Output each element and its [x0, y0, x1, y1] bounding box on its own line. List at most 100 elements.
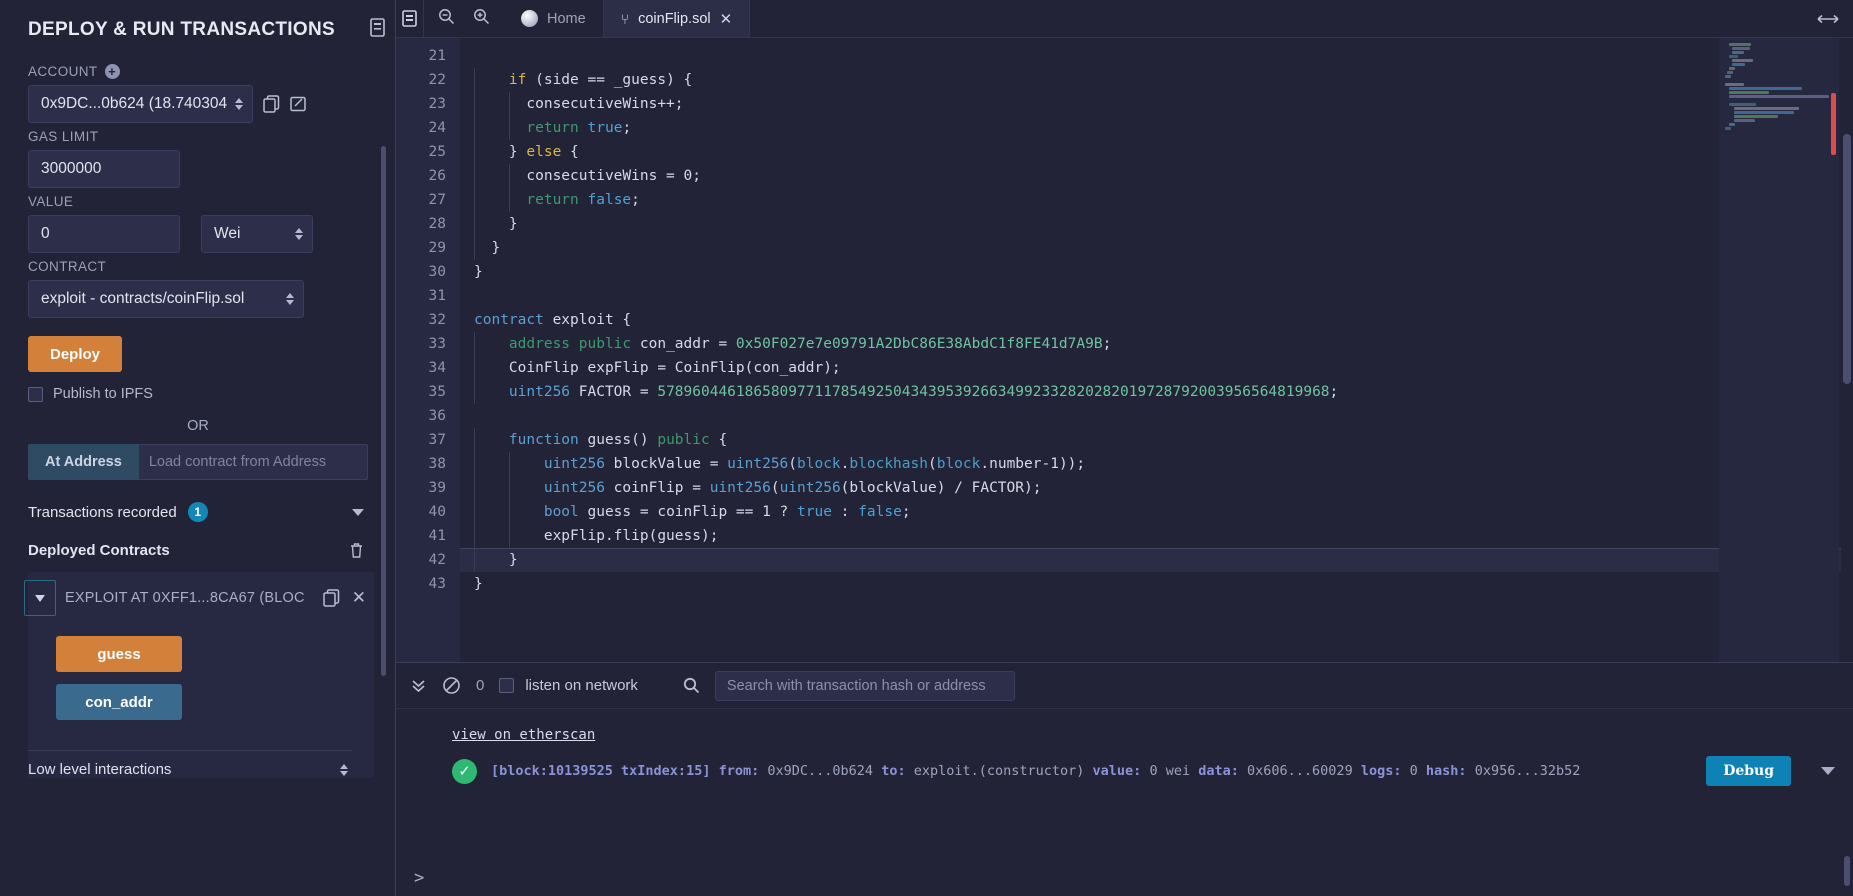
- value-unit-select[interactable]: Wei: [201, 215, 313, 253]
- listen-on-network-checkbox[interactable]: [499, 678, 515, 693]
- code-line[interactable]: }: [460, 548, 1853, 572]
- transactions-recorded-row[interactable]: Transactions recorded 1: [28, 502, 368, 522]
- account-select[interactable]: 0x9DC...0b624 (18.740304: [28, 85, 253, 123]
- minimap-line: [1729, 87, 1802, 90]
- chevron-updown-icon: [340, 763, 348, 776]
- transactions-recorded-badge: 1: [187, 502, 208, 522]
- deploy-button[interactable]: Deploy: [28, 336, 123, 372]
- editor-scrollbar[interactable]: [1841, 38, 1853, 662]
- terminal-search-input[interactable]: [714, 670, 1015, 701]
- value-row: 0 Wei: [28, 215, 368, 253]
- chevron-down-icon[interactable]: [352, 508, 364, 516]
- code-line[interactable]: consecutiveWins = 0;: [460, 164, 1853, 188]
- chevron-down-icon[interactable]: [1821, 767, 1835, 775]
- code-line[interactable]: return false;: [460, 188, 1853, 212]
- minimap-line: [1725, 83, 1744, 86]
- zoom-in-icon[interactable]: [473, 8, 490, 30]
- code-lines[interactable]: if (side == _guess) { consecutiveWins++;…: [460, 38, 1853, 662]
- code-line[interactable]: uint256 blockValue = uint256(block.block…: [460, 452, 1853, 476]
- code-line[interactable]: consecutiveWins++;: [460, 92, 1853, 116]
- indent-guide: [474, 476, 475, 500]
- instance-header[interactable]: EXPLOIT AT 0XFF1...8CA67 (BLOC ✕: [24, 572, 374, 624]
- code-line[interactable]: } else {: [460, 140, 1853, 164]
- close-icon[interactable]: ✕: [720, 10, 733, 28]
- gas-limit-input[interactable]: 3000000: [28, 150, 180, 188]
- line-number: 38: [428, 456, 446, 472]
- gas-limit-value: 3000000: [41, 160, 102, 177]
- no-entry-icon[interactable]: [442, 676, 461, 695]
- code-line[interactable]: }: [460, 260, 1853, 284]
- value-input[interactable]: 0: [28, 215, 180, 253]
- minimap-line: [1729, 95, 1830, 98]
- copy-icon[interactable]: [323, 589, 340, 607]
- code-line[interactable]: if (side == _guess) {: [460, 68, 1853, 92]
- expand-horizontal-icon[interactable]: [1803, 0, 1853, 37]
- code-line[interactable]: uint256 FACTOR = 57896044618658097711785…: [460, 380, 1853, 404]
- terminal-scrollbar[interactable]: [1844, 856, 1850, 886]
- minimap-line: [1731, 59, 1753, 62]
- code-line[interactable]: [460, 284, 1853, 308]
- tab-coinflip-sol[interactable]: ⑂ coinFlip.sol ✕: [603, 0, 751, 37]
- code-line[interactable]: return true;: [460, 116, 1853, 140]
- gas-limit-label: GAS LIMIT: [28, 129, 99, 144]
- code-line[interactable]: [460, 404, 1853, 428]
- tx-logs-value: 0: [1409, 763, 1418, 779]
- code-editor[interactable]: 21 22 23 24 25 26 27 28 29 30 31 32 33 34 35 36 37 38 39 40…: [396, 38, 1853, 662]
- code-line[interactable]: uint256 coinFlip = uint256(uint256(block…: [460, 476, 1853, 500]
- code-line[interactable]: function guess() public {: [460, 428, 1853, 452]
- editor-minimap[interactable]: [1719, 38, 1839, 662]
- editor-content: 21 22 23 24 25 26 27 28 29 30 31 32 33 34 35 36 37 38 39 40…: [396, 38, 1853, 662]
- deployed-contracts-header: Deployed Contracts: [28, 542, 368, 559]
- terminal-prompt[interactable]: >: [414, 868, 424, 888]
- publish-ipfs-checkbox[interactable]: [28, 386, 43, 402]
- line-number-gutter: 21 22 23 24 25 26 27 28 29 30 31 32 33 34 35 36 37 38 39 40…: [396, 38, 460, 662]
- listen-on-network-row[interactable]: listen on network: [499, 677, 638, 694]
- tx-value-value: 0 wei: [1149, 763, 1191, 779]
- code-line[interactable]: }: [460, 212, 1853, 236]
- indent-guide: [474, 356, 475, 380]
- minimap-line: [1729, 123, 1736, 126]
- instance-expand-toggle[interactable]: [24, 580, 56, 616]
- code-line[interactable]: bool guess = coinFlip == 1 ? true : fals…: [460, 500, 1853, 524]
- line-number: 32: [428, 312, 446, 328]
- search-icon[interactable]: [683, 677, 700, 694]
- edit-icon[interactable]: [290, 95, 307, 113]
- function-button-guess[interactable]: guess: [56, 636, 182, 672]
- view-on-etherscan-link[interactable]: view on etherscan: [452, 727, 595, 743]
- tx-from-value: 0x9DC...0b624: [767, 763, 874, 779]
- low-level-interactions-row[interactable]: Low level interactions: [28, 759, 374, 778]
- debug-button[interactable]: Debug: [1706, 756, 1791, 786]
- code-line[interactable]: expFlip.flip(guess);: [460, 524, 1853, 548]
- sidebar-scrollbar[interactable]: [381, 146, 386, 676]
- trash-icon[interactable]: [349, 542, 364, 559]
- minimap-line: [1733, 107, 1799, 110]
- copy-icon[interactable]: [263, 95, 280, 113]
- double-chevron-down-icon[interactable]: [410, 677, 427, 694]
- instance-actions: ✕: [323, 588, 366, 608]
- at-address-input[interactable]: [138, 444, 368, 480]
- at-address-button[interactable]: At Address: [28, 444, 139, 480]
- function-button-con-addr[interactable]: con_addr: [56, 684, 182, 720]
- publish-ipfs-row[interactable]: Publish to IPFS: [28, 386, 368, 402]
- transaction-log-row[interactable]: ✓ [block:10139525 txIndex:15] from: 0x9D…: [396, 756, 1853, 786]
- close-icon[interactable]: ✕: [352, 588, 366, 608]
- plus-circle-icon[interactable]: +: [104, 64, 120, 79]
- contract-select[interactable]: exploit - contracts/coinFlip.sol: [28, 280, 304, 318]
- code-line[interactable]: CoinFlip expFlip = CoinFlip(con_addr);: [460, 356, 1853, 380]
- indent-guide: [474, 164, 475, 188]
- indent-guide: [509, 164, 510, 188]
- code-line[interactable]: }: [460, 236, 1853, 260]
- account-label: ACCOUNT +: [28, 64, 368, 79]
- code-line[interactable]: contract exploit {: [460, 308, 1853, 332]
- indent-guide: [509, 524, 510, 548]
- document-icon[interactable]: [369, 18, 386, 42]
- editor-scrollbar-thumb[interactable]: [1843, 134, 1851, 384]
- tab-home[interactable]: Home: [504, 0, 604, 37]
- panel-toggle-icon[interactable]: [396, 0, 424, 37]
- line-number: 33: [428, 336, 446, 352]
- code-line[interactable]: address public con_addr = 0x50F027e7e097…: [460, 332, 1853, 356]
- code-line[interactable]: [460, 44, 1853, 68]
- indent-guide: [474, 92, 475, 116]
- zoom-out-icon[interactable]: [438, 8, 455, 30]
- code-line[interactable]: }: [460, 572, 1853, 596]
